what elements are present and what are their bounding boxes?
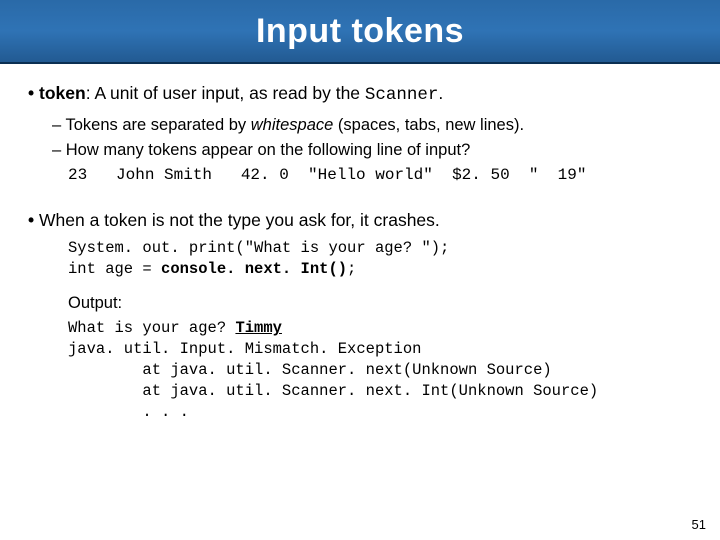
text: A unit of user input, as read by the [94, 83, 364, 103]
bullet-list: token: A unit of user input, as read by … [28, 82, 692, 423]
out-user-input: Timmy [235, 319, 282, 337]
out-line-3: at java. util. Scanner. next(Unknown Sou… [68, 361, 552, 379]
code-line-1: System. out. print("What is your age? ")… [68, 239, 449, 257]
output-label: Output: [68, 292, 692, 314]
out-line-4: at java. util. Scanner. next. Int(Unknow… [68, 382, 598, 400]
page-number: 51 [692, 517, 706, 532]
text: How many tokens appear on the following … [66, 141, 471, 159]
out-line-1a: What is your age? [68, 319, 235, 337]
code-token-example: 23 John Smith 42. 0 "Hello world" $2. 50… [68, 165, 692, 187]
sub-bullet-question: How many tokens appear on the following … [52, 139, 692, 161]
code-line-2b: console. next. Int() [161, 260, 347, 278]
out-line-5: . . . [68, 403, 189, 421]
code-line-2c: ; [347, 260, 356, 278]
out-line-2: java. util. Input. Mismatch. Exception [68, 340, 421, 358]
sub-bullet-list: Tokens are separated by whitespace (spac… [52, 114, 692, 162]
slide: Input tokens token: A unit of user input… [0, 0, 720, 540]
bullet-crash: When a token is not the type you ask for… [28, 209, 692, 423]
text: When a token is not the type you ask for… [39, 210, 440, 230]
sub-bullet-whitespace: Tokens are separated by whitespace (spac… [52, 114, 692, 136]
output-block: What is your age? Timmy java. util. Inpu… [68, 318, 692, 423]
text: Tokens are separated by [65, 116, 250, 134]
text: . [438, 83, 443, 103]
text: (spaces, tabs, new lines). [333, 116, 524, 134]
title-bar: Input tokens [0, 0, 720, 64]
em-whitespace: whitespace [251, 116, 334, 134]
bullet-token-def: token: A unit of user input, as read by … [28, 82, 692, 187]
code-line-2a: int age = [68, 260, 161, 278]
term-token: token [39, 83, 86, 103]
slide-content: token: A unit of user input, as read by … [0, 64, 720, 423]
code-scanner: Scanner [365, 85, 439, 105]
code-crash-example: System. out. print("What is your age? ")… [68, 238, 692, 280]
slide-title: Input tokens [256, 12, 464, 51]
